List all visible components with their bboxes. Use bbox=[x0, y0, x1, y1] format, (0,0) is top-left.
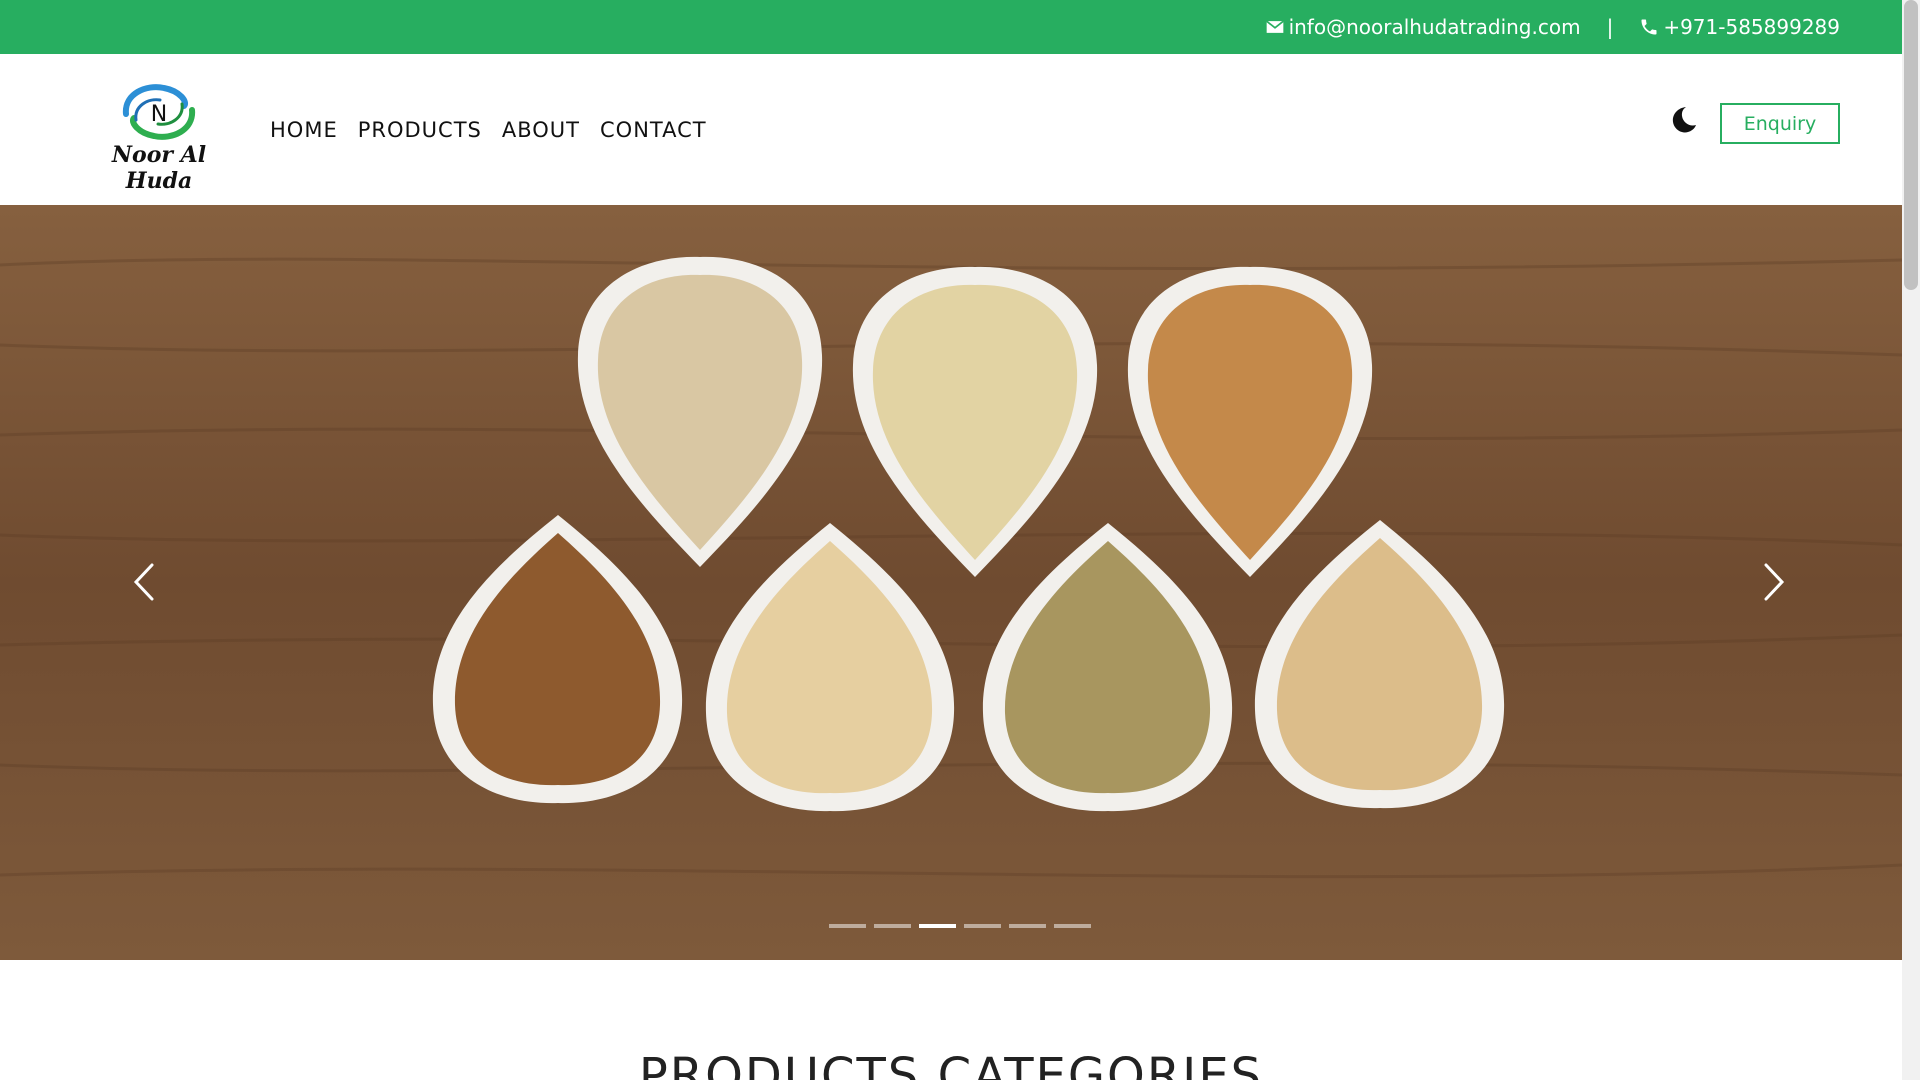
chevron-right-icon[interactable] bbox=[1756, 557, 1792, 607]
nav-about[interactable]: ABOUT bbox=[502, 118, 580, 142]
email-text: info@nooralhudatrading.com bbox=[1288, 15, 1581, 39]
slide-indicator-1[interactable] bbox=[829, 924, 866, 928]
grain-bowls-image bbox=[0, 205, 1902, 960]
site-header: N Noor Al Huda HOME PRODUCTS ABOUT CONTA… bbox=[0, 54, 1902, 205]
phone-text: +971-585899289 bbox=[1663, 15, 1840, 39]
brand-logo[interactable]: N Noor Al Huda bbox=[84, 76, 234, 194]
enquiry-button[interactable]: Enquiry bbox=[1720, 103, 1840, 144]
logo-swirl-icon: N bbox=[122, 84, 196, 140]
page-scrollbar[interactable] bbox=[1902, 0, 1920, 1080]
main-nav: HOME PRODUCTS ABOUT CONTACT bbox=[270, 118, 707, 142]
scroll-thumb[interactable] bbox=[1904, 0, 1918, 290]
email-link[interactable]: info@nooralhudatrading.com bbox=[1265, 15, 1581, 39]
contact-info: info@nooralhudatrading.com | +971-585899… bbox=[1265, 0, 1840, 54]
slide-indicators bbox=[829, 924, 1091, 928]
hero-slider bbox=[0, 205, 1902, 960]
nav-home[interactable]: HOME bbox=[270, 118, 338, 142]
products-categories-heading: PRODUCTS CATEGORIES bbox=[638, 1048, 1264, 1080]
slide-indicator-5[interactable] bbox=[1009, 924, 1046, 928]
chevron-left-icon[interactable] bbox=[126, 557, 162, 607]
moon-icon[interactable] bbox=[1668, 104, 1698, 136]
nav-contact[interactable]: CONTACT bbox=[600, 118, 707, 142]
phone-icon bbox=[1641, 19, 1657, 35]
envelope-icon bbox=[1265, 20, 1284, 33]
nav-products[interactable]: PRODUCTS bbox=[358, 118, 482, 142]
logo-name: Noor Al Huda bbox=[111, 142, 207, 194]
top-contact-bar: info@nooralhudatrading.com | +971-585899… bbox=[0, 0, 1902, 54]
contact-separator: | bbox=[1606, 15, 1614, 39]
slide-indicator-2[interactable] bbox=[874, 924, 911, 928]
slide-indicator-4[interactable] bbox=[964, 924, 1001, 928]
slide-indicator-6[interactable] bbox=[1054, 924, 1091, 928]
phone-link[interactable]: +971-585899289 bbox=[1639, 15, 1840, 39]
logo-letter: N bbox=[151, 102, 167, 127]
slide-indicator-3[interactable] bbox=[919, 924, 956, 928]
